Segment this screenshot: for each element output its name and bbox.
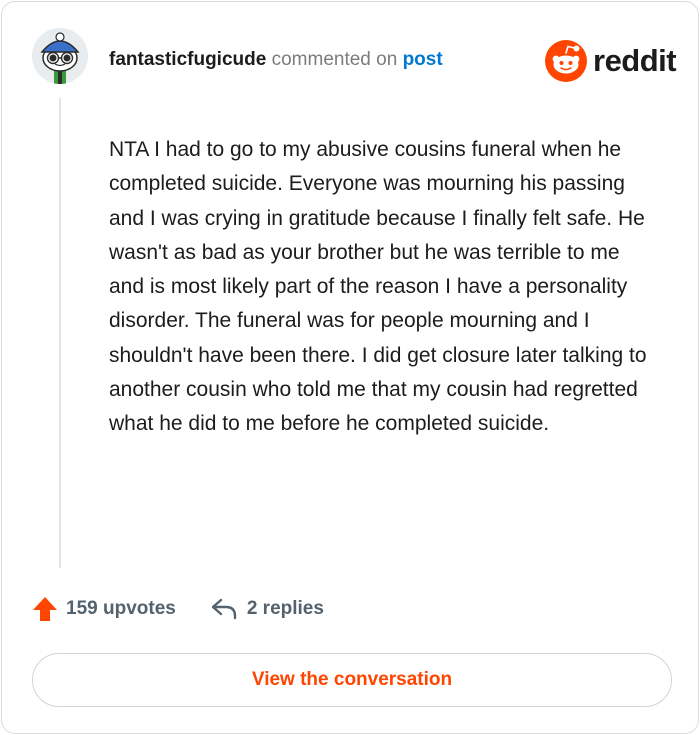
comment-header: fantasticfugicude commented on post: [109, 47, 443, 73]
username-link[interactable]: fantasticfugicude: [109, 49, 266, 70]
comment-actions: 159 upvotes 2 replies: [32, 594, 324, 624]
snoo-avatar-icon: [32, 28, 88, 84]
view-conversation-button[interactable]: View the conversation: [32, 653, 672, 707]
action-text: commented on: [271, 49, 398, 70]
reddit-snoo-logo-icon: [545, 40, 587, 82]
post-link[interactable]: post: [403, 49, 443, 70]
reddit-wordmark: reddit: [593, 43, 677, 78]
upvote-count: 159 upvotes: [66, 598, 176, 619]
replies-count: 2 replies: [246, 598, 324, 619]
comment-embed-card: fantasticfugicude commented on post redd…: [1, 1, 699, 734]
comment-body: NTA I had to go to my abusive cousins fu…: [109, 138, 647, 436]
upvote-button[interactable]: 159 upvotes: [32, 596, 176, 622]
thread-line: [59, 98, 61, 568]
user-avatar[interactable]: [32, 28, 88, 84]
replies-button[interactable]: 2 replies: [211, 597, 324, 621]
reply-arrow-icon: [211, 598, 237, 620]
reddit-logo[interactable]: reddit: [545, 40, 677, 82]
upvote-arrow-icon: [33, 597, 57, 621]
